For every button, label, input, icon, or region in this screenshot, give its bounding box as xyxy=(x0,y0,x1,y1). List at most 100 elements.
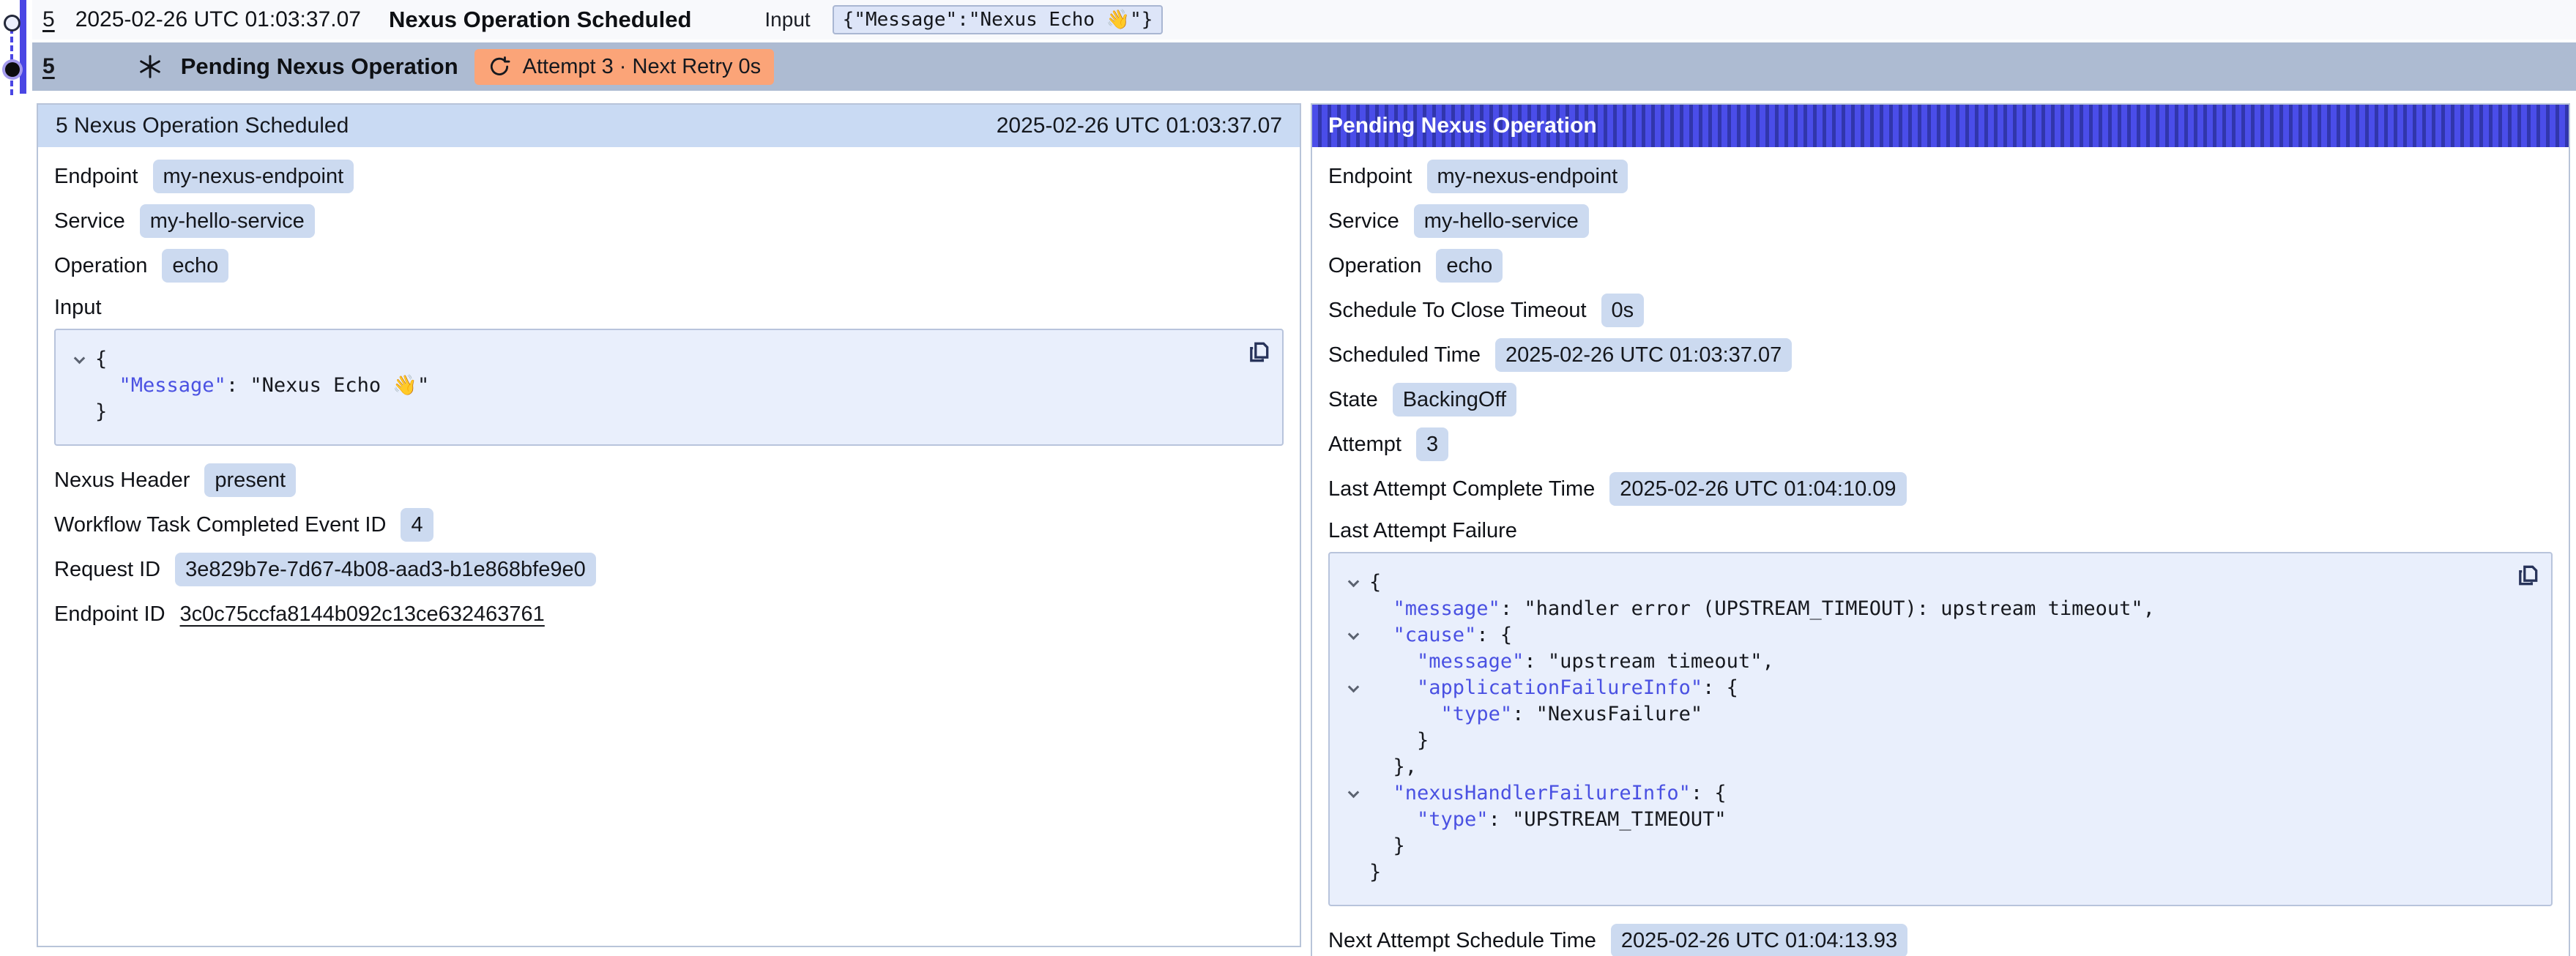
field-value-chip: my-hello-service xyxy=(140,204,315,238)
input-json-code: { "Message": "Nexus Echo 👋"} xyxy=(54,329,1284,446)
right-panel-title: Pending Nexus Operation xyxy=(1328,113,1597,138)
input-label: Input xyxy=(764,8,810,31)
event-timeline xyxy=(0,0,32,97)
field-row-service: Service my-hello-service xyxy=(54,204,1284,238)
code-line-gutter xyxy=(1337,833,1369,859)
field-label: Next Attempt Schedule Time xyxy=(1328,929,1596,953)
field-value-chip: my-nexus-endpoint xyxy=(1427,160,1628,193)
code-line: } xyxy=(63,399,1265,425)
code-line-gutter xyxy=(1337,622,1369,649)
field-row-workflow-task-completed-event-id: Workflow Task Completed Event ID 4 xyxy=(54,508,1284,542)
field-label: Request ID xyxy=(54,558,160,582)
field-value-chip: 3e829b7e-7d67-4b08-aad3-b1e868bfe9e0 xyxy=(175,553,596,586)
field-row-state: State BackingOff xyxy=(1328,383,2553,417)
code-line: "message": "upstream timeout", xyxy=(1337,649,2534,675)
code-line-text: "Message": "Nexus Echo 👋" xyxy=(95,373,429,399)
input-preview-chip: {"Message":"Nexus Echo 👋"} xyxy=(833,5,1164,34)
event-timestamp: 2025-02-26 UTC 01:03:37.07 xyxy=(75,7,361,32)
failure-json-block: { "message": "handler error (UPSTREAM_TI… xyxy=(1328,552,2553,906)
input-json-block: { "Message": "Nexus Echo 👋"} xyxy=(54,329,1284,446)
event-id-link[interactable]: 5 xyxy=(42,7,55,32)
code-line-gutter xyxy=(1337,859,1369,886)
field-value-chip: BackingOff xyxy=(1393,383,1516,417)
timeline-dashed-line xyxy=(10,28,13,95)
failure-section-label: Last Attempt Failure xyxy=(1328,519,2553,543)
field-label: Schedule To Close Timeout xyxy=(1328,299,1587,323)
field-label: Workflow Task Completed Event ID xyxy=(54,513,386,537)
code-line-gutter xyxy=(1337,649,1369,675)
code-line-text: "cause": { xyxy=(1369,622,1512,649)
code-line: "message": "handler error (UPSTREAM_TIME… xyxy=(1337,596,2534,622)
failure-json-code: { "message": "handler error (UPSTREAM_TI… xyxy=(1328,552,2553,906)
field-label: Endpoint xyxy=(54,165,138,189)
field-value-chip: present xyxy=(204,463,296,497)
code-line-gutter xyxy=(1337,754,1369,780)
collapse-chevron-icon[interactable] xyxy=(1347,576,1359,588)
collapse-chevron-icon[interactable] xyxy=(73,353,85,365)
field-row-next-attempt-schedule-time: Next Attempt Schedule Time 2025-02-26 UT… xyxy=(1328,924,2553,956)
pending-title: Pending Nexus Operation xyxy=(181,53,458,80)
right-panel-header: Pending Nexus Operation xyxy=(1312,105,2569,147)
retry-badge-text: Attempt 3 · Next Retry 0s xyxy=(523,55,762,79)
code-line-text: { xyxy=(95,346,107,373)
event-title: Nexus Operation Scheduled xyxy=(389,7,691,33)
code-line: } xyxy=(1337,728,2534,754)
field-label: Operation xyxy=(54,254,147,278)
field-value-chip: 2025-02-26 UTC 01:04:13.93 xyxy=(1611,924,1907,956)
collapse-chevron-icon[interactable] xyxy=(1347,629,1359,641)
code-line: } xyxy=(1337,859,2534,886)
collapse-chevron-icon[interactable] xyxy=(1347,787,1359,799)
code-line: }, xyxy=(1337,754,2534,780)
field-row-endpoint: Endpoint my-nexus-endpoint xyxy=(1328,160,2553,193)
code-line-gutter xyxy=(1337,701,1369,728)
field-row-operation: Operation echo xyxy=(54,249,1284,283)
endpoint-id-link[interactable]: 3c0c75ccfa8144b092c13ce632463761 xyxy=(180,602,545,627)
field-label: Last Attempt Complete Time xyxy=(1328,477,1595,501)
code-line-gutter xyxy=(63,373,95,399)
field-value-chip: 2025-02-26 UTC 01:04:10.09 xyxy=(1609,472,1906,506)
field-row-endpoint-id: Endpoint ID 3c0c75ccfa8144b092c13ce63246… xyxy=(54,597,1284,631)
field-row-nexus-header: Nexus Header present xyxy=(54,463,1284,497)
field-row-last-attempt-complete-time: Last Attempt Complete Time 2025-02-26 UT… xyxy=(1328,472,2553,506)
panel-pending-nexus-operation: Pending Nexus Operation Endpoint my-nexu… xyxy=(1311,103,2570,956)
field-value-chip: echo xyxy=(162,249,228,283)
event-id-link[interactable]: 5 xyxy=(42,54,55,79)
code-line-gutter xyxy=(1337,596,1369,622)
code-line: "cause": { xyxy=(1337,622,2534,649)
panel-nexus-operation-scheduled: 5 Nexus Operation Scheduled 2025-02-26 U… xyxy=(37,103,1301,947)
code-line-gutter xyxy=(1337,675,1369,701)
collapse-chevron-icon[interactable] xyxy=(1347,681,1359,693)
code-line-text: "message": "handler error (UPSTREAM_TIME… xyxy=(1369,596,2155,622)
code-line-text: }, xyxy=(1369,754,1417,780)
field-value-chip: my-nexus-endpoint xyxy=(153,160,354,193)
code-line-gutter xyxy=(63,399,95,425)
field-label: Nexus Header xyxy=(54,468,190,493)
code-line: "Message": "Nexus Echo 👋" xyxy=(63,373,1265,399)
copy-button[interactable] xyxy=(1246,339,1272,367)
code-line: { xyxy=(1337,570,2534,596)
event-row-pending-nexus-operation[interactable]: 5 Pending Nexus Operation Attempt 3 · Ne… xyxy=(32,42,2576,91)
field-row-attempt: Attempt 3 xyxy=(1328,427,2553,461)
code-line-text: "applicationFailureInfo": { xyxy=(1369,675,1738,701)
code-line-text: "nexusHandlerFailureInfo": { xyxy=(1369,780,1727,807)
left-panel-header: 5 Nexus Operation Scheduled 2025-02-26 U… xyxy=(38,105,1300,147)
copy-button[interactable] xyxy=(2514,562,2541,591)
copy-icon xyxy=(2514,562,2541,589)
code-line-text: } xyxy=(1369,728,1429,754)
code-line-text: "message": "upstream timeout", xyxy=(1369,649,1774,675)
code-line-gutter xyxy=(1337,728,1369,754)
code-line-text: } xyxy=(95,399,107,425)
timeline-node-open-icon xyxy=(4,15,21,31)
code-line-gutter xyxy=(1337,780,1369,807)
code-line-text: { xyxy=(1369,570,1381,596)
event-row-nexus-operation-scheduled[interactable]: 5 2025-02-26 UTC 01:03:37.07 Nexus Opera… xyxy=(32,0,2576,42)
field-row-request-id: Request ID 3e829b7e-7d67-4b08-aad3-b1e86… xyxy=(54,553,1284,586)
code-line: "type": "NexusFailure" xyxy=(1337,701,2534,728)
code-line: "nexusHandlerFailureInfo": { xyxy=(1337,780,2534,807)
field-label: Service xyxy=(54,209,125,234)
field-label: Endpoint ID xyxy=(54,602,165,627)
code-line-gutter xyxy=(1337,807,1369,833)
field-row-endpoint: Endpoint my-nexus-endpoint xyxy=(54,160,1284,193)
retry-status-badge: Attempt 3 · Next Retry 0s xyxy=(474,49,775,85)
field-row-scheduled-time: Scheduled Time 2025-02-26 UTC 01:03:37.0… xyxy=(1328,338,2553,372)
